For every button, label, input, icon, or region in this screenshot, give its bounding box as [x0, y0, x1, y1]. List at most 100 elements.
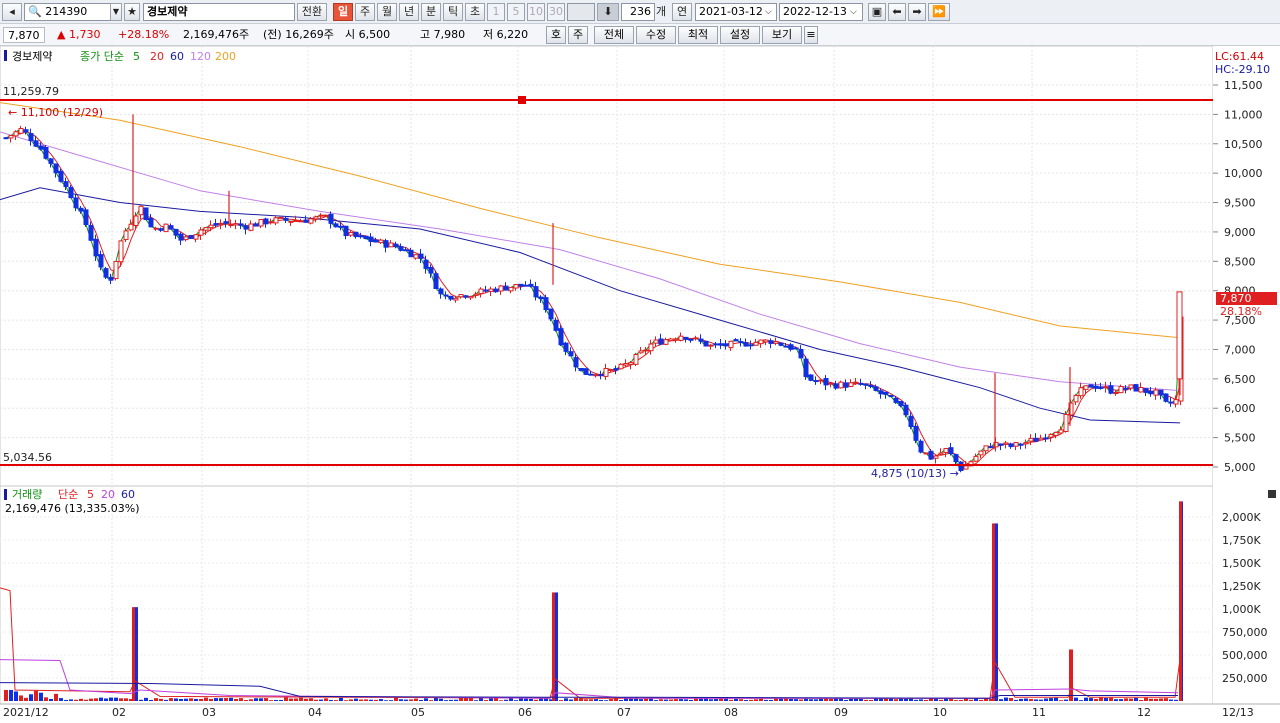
custom-interval-input[interactable] — [567, 3, 595, 21]
arrow-left-icon[interactable]: ⬅ — [888, 3, 906, 21]
candle-body — [1058, 429, 1064, 434]
volume-bar — [419, 699, 423, 701]
candle-body — [753, 341, 759, 346]
volume-bar — [819, 698, 823, 701]
volume-tick-label: 1,250K — [1222, 580, 1261, 593]
candle-body — [838, 381, 844, 389]
volume-bar — [839, 698, 843, 701]
data-count-input[interactable]: 236 — [621, 3, 655, 21]
toolbar-main: ◂ 🔍 214390 ▼ ★ 경보제약 전환 일 주 월 년 분 틱 초 1 5… — [0, 0, 1280, 24]
volume-bar — [229, 697, 233, 701]
stock-chart[interactable]: 11,259.79 5,034.56 ← 11,100 (12/29) 4,87… — [0, 45, 1280, 720]
volume-bar — [924, 699, 928, 701]
legend-ma5: 5 — [133, 50, 140, 63]
panel-collapse-icon[interactable] — [1268, 490, 1276, 498]
date-label: 04 — [308, 706, 322, 719]
adjust-button[interactable]: 수정 — [636, 26, 676, 44]
period-tick-button[interactable]: 틱 — [443, 3, 463, 21]
volume-bar — [854, 698, 858, 701]
period-minute-button[interactable]: 분 — [421, 3, 441, 21]
legend-ma120: 120 — [190, 50, 211, 63]
resistance-handle[interactable] — [518, 96, 526, 104]
candle-body — [358, 235, 364, 238]
arrow-right-icon[interactable]: ➡ — [908, 3, 926, 21]
lc-value: LC:61.44 — [1215, 50, 1264, 63]
candle-body — [513, 284, 519, 289]
candle-body — [788, 344, 794, 350]
start-date-value: 2021-03-12 — [699, 5, 763, 18]
menu-icon[interactable]: ◂ — [2, 3, 22, 21]
save-icon[interactable]: ▣ — [868, 3, 886, 21]
candle-body — [793, 347, 799, 350]
menu-icon[interactable]: ≡ — [804, 26, 818, 44]
volume-bar — [559, 700, 563, 701]
candle-body — [738, 341, 744, 344]
volume-bar — [364, 699, 368, 701]
volume-current-value: 2,169,476 (13,335.03%) — [5, 502, 140, 515]
view-all-button[interactable]: 전체 — [594, 26, 634, 44]
volume-bar — [344, 700, 348, 701]
stock-code-input[interactable]: 🔍 214390 — [24, 3, 122, 21]
candle-body — [663, 339, 669, 345]
hc-value: HC:-29.10 — [1215, 63, 1270, 76]
favorite-star-icon[interactable]: ★ — [124, 3, 140, 21]
volume-bar — [1059, 700, 1063, 701]
period-month-button[interactable]: 월 — [377, 3, 397, 21]
period-second-button[interactable]: 초 — [465, 3, 485, 21]
volume-legend-ma20: 20 — [101, 488, 115, 501]
last-pct-text: 28.18% — [1220, 305, 1262, 318]
candle-body — [313, 216, 319, 220]
volume-bar — [139, 699, 143, 701]
volume-bar — [1039, 699, 1043, 701]
candle-body — [1078, 387, 1084, 397]
candle-body — [38, 145, 44, 150]
order-button[interactable]: 주 — [568, 26, 588, 44]
candle-body — [733, 339, 739, 342]
candle-body — [563, 342, 569, 352]
period-day-button[interactable]: 일 — [333, 3, 353, 21]
minute-10-button[interactable]: 10 — [527, 3, 545, 21]
period-year-button[interactable]: 년 — [399, 3, 419, 21]
volume-bar — [1159, 698, 1163, 701]
candle-body — [758, 339, 764, 345]
minute-5-button[interactable]: 5 — [507, 3, 525, 21]
volume-bar — [814, 699, 818, 701]
stock-name-field[interactable]: 경보제약 — [143, 3, 295, 21]
candle-body — [858, 382, 864, 385]
candle-body — [588, 373, 594, 376]
chevron-down-icon[interactable]: ⌵ — [850, 3, 857, 21]
price-tick-label: 5,000 — [1224, 461, 1256, 474]
view-button[interactable]: 보기 — [762, 26, 802, 44]
volume-bar — [104, 698, 108, 701]
volume-tick-label: 250,000 — [1222, 672, 1268, 685]
candle-body — [868, 385, 874, 388]
volume-bar — [84, 699, 88, 701]
chevron-down-icon[interactable]: ⌵ — [765, 3, 772, 21]
candle-body — [508, 286, 514, 292]
price-panel[interactable] — [0, 45, 1214, 487]
quote-button[interactable]: 호 — [546, 26, 566, 44]
settings-button[interactable]: 설정 — [720, 26, 760, 44]
volume-bar — [189, 698, 193, 701]
volume-panel[interactable] — [0, 485, 1214, 705]
fast-forward-icon[interactable]: ⏩ — [928, 3, 950, 21]
volume-bar — [454, 699, 458, 701]
candle-body — [268, 221, 274, 224]
optimize-button[interactable]: 최적 — [678, 26, 718, 44]
volume-bar — [214, 698, 218, 701]
candle-body — [768, 340, 774, 344]
minute-30-button[interactable]: 30 — [547, 3, 565, 21]
code-dropdown-button[interactable]: ▼ — [110, 3, 122, 21]
minute-1-button[interactable]: 1 — [487, 3, 505, 21]
volume-bar — [1124, 698, 1128, 701]
period-week-button[interactable]: 주 — [355, 3, 375, 21]
candle-body — [443, 294, 449, 297]
volume-bar — [849, 698, 853, 701]
volume-tick-label: 1,750K — [1222, 534, 1261, 547]
candle-body — [688, 338, 694, 341]
arrow-down-icon[interactable]: ⬇ — [597, 3, 619, 21]
candle-body — [1093, 385, 1099, 389]
candle-body — [1133, 384, 1139, 392]
year-button[interactable]: 연 — [672, 3, 692, 21]
convert-button[interactable]: 전환 — [297, 3, 327, 21]
